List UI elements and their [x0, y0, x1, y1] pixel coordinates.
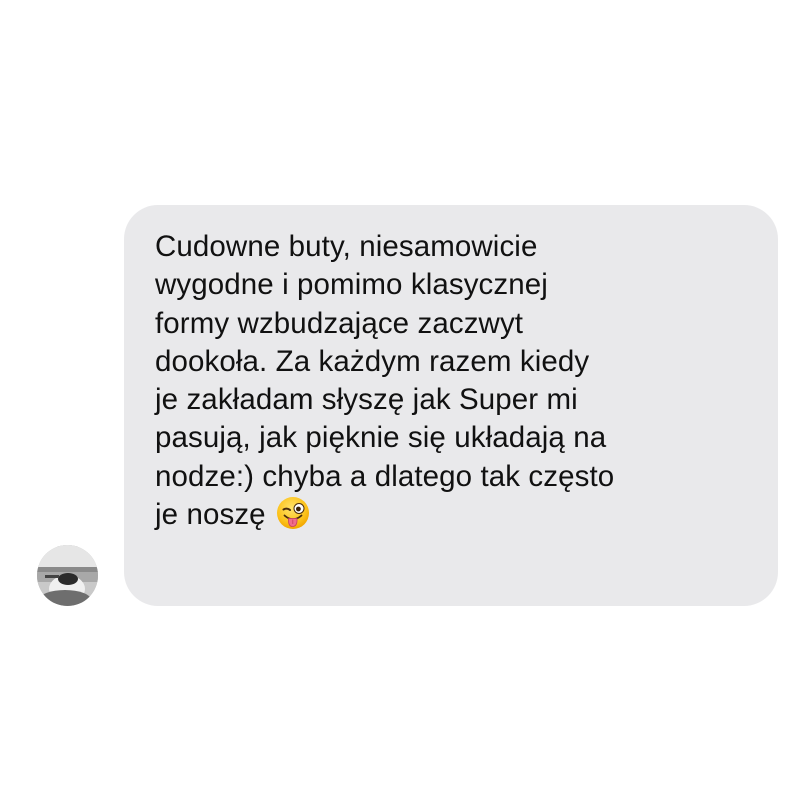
message-line: pasują, jak pięknie się układają na [155, 421, 607, 455]
sender-avatar[interactable] [37, 545, 98, 606]
message-line: formy wzbudzające zaczwyt [155, 306, 524, 340]
message-last-line: je noszę [155, 496, 748, 534]
winking-face-with-tongue-icon [276, 496, 310, 530]
incoming-message-bubble[interactable]: Cudowne buty, niesamowicie wygodne i pom… [124, 205, 778, 606]
message-line-text: je noszę [155, 498, 266, 532]
avatar-photo [37, 545, 98, 606]
message-line: nodze:) chyba a dlatego tak często [155, 459, 615, 493]
message-line: wygodne i pomimo klasycznej [155, 268, 548, 302]
message-line: je zakładam słyszę jak Super mi [155, 383, 578, 417]
message-line: Cudowne buty, niesamowicie [155, 230, 538, 263]
message-line: dookoła. Za każdym razem kiedy [155, 344, 590, 378]
